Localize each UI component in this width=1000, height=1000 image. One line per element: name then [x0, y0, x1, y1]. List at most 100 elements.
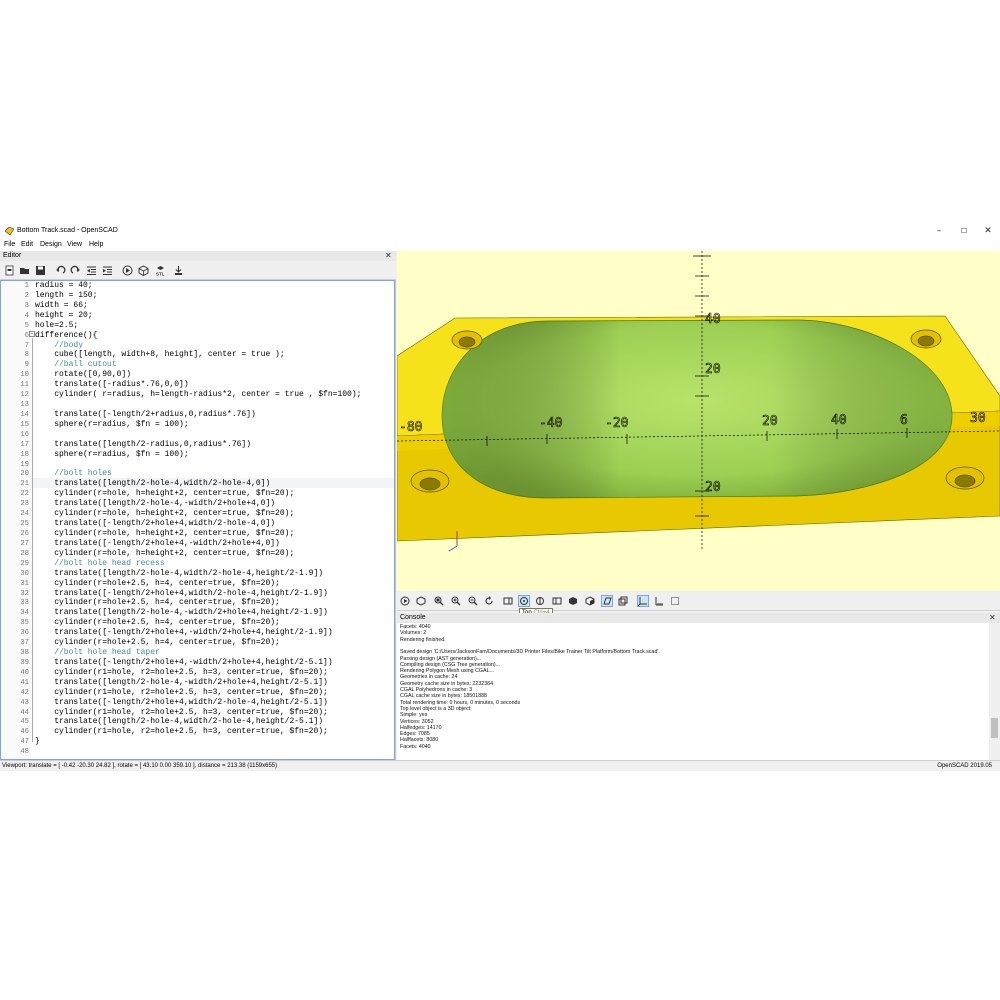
axis-label-x-20: 20	[762, 414, 778, 429]
reset-view-icon[interactable]	[484, 596, 494, 606]
view-front-icon[interactable]	[568, 596, 578, 606]
console-line: CGAL cache size in bytes: 18501888	[400, 693, 487, 700]
preview-icon[interactable]	[122, 265, 133, 276]
bolt-hole-back-left	[451, 330, 483, 350]
code-line: translate([-length/2+hole+4,width/2-hole…	[35, 697, 328, 707]
version-label: OpenSCAD 2019.05	[937, 763, 992, 769]
redo-icon[interactable]	[70, 265, 81, 276]
render-icon[interactable]	[138, 265, 149, 276]
render-view-icon[interactable]	[416, 596, 426, 606]
menu-view[interactable]: View	[67, 241, 82, 248]
editor-header: Editor ✕	[0, 251, 396, 261]
code-line: translate([-length/2+radius,0,radius*.76…	[35, 409, 256, 419]
axis-label-y-20: 20	[705, 362, 721, 377]
line-number: 41	[20, 678, 29, 687]
viewport-info: Viewport: translate = [ -0.42 -20.30 24.…	[2, 763, 278, 769]
minimize-button[interactable]: –	[932, 225, 946, 238]
indent-icon[interactable]	[102, 265, 113, 276]
console-title: Console	[400, 614, 426, 621]
console-close-button[interactable]: ✕	[989, 613, 996, 622]
code-line: //bolt hole head recess	[35, 558, 165, 568]
line-number: 32	[20, 589, 29, 598]
perspective-icon[interactable]	[601, 595, 613, 607]
menu-bar: File Edit Design View Help	[0, 240, 1000, 251]
new-file-icon[interactable]	[4, 265, 15, 276]
zoom-in-icon[interactable]	[451, 596, 461, 606]
open-file-icon[interactable]	[19, 265, 30, 276]
show-scale-markers-icon[interactable]	[654, 596, 664, 606]
code-line: sphere(r=radius, $fn = 100);	[35, 419, 189, 429]
console-line: Total rendering time: 0 hours, 0 minutes…	[400, 699, 521, 706]
menu-design[interactable]: Design	[40, 241, 62, 248]
code-line: translate([-length/2+hole+4,-width/2+hol…	[35, 657, 333, 667]
console-scroll-thumb[interactable]	[991, 718, 998, 738]
console-line: Facets: 4040	[400, 624, 431, 630]
line-number: 16	[20, 430, 29, 439]
save-icon[interactable]	[35, 265, 46, 276]
code-line: }	[35, 737, 40, 747]
line-number: 15	[20, 420, 29, 429]
menu-help[interactable]: Help	[89, 241, 103, 248]
code-line: translate([length/2-hole-4,-width/2+hole…	[35, 677, 328, 687]
line-number: 36	[20, 629, 29, 638]
export-stl-icon[interactable]: STL	[155, 265, 166, 276]
code-line: //body	[35, 340, 84, 350]
3d-viewport[interactable]: -80 -40 -20 20 40 6 30 20 20 40	[396, 251, 1000, 591]
code-line: //ball cutout	[35, 360, 117, 370]
undo-icon[interactable]	[55, 265, 66, 276]
line-number: 6	[24, 331, 29, 340]
console-line: Geometries in cache: 24	[400, 674, 458, 681]
line-number: 20	[20, 470, 29, 479]
line-number: 29	[20, 559, 29, 568]
menu-file[interactable]: File	[4, 241, 15, 248]
model-render: -80 -40 -20 20 40 6 30 20 20 40	[396, 251, 1000, 552]
code-line: cylinder(r=hole, h=height+2, center=true…	[35, 509, 295, 519]
view-right-icon[interactable]	[503, 596, 513, 606]
console-line: Rendering Polygon Mesh using CGAL...	[400, 668, 494, 675]
line-number: 42	[20, 688, 29, 697]
view-all-icon[interactable]	[434, 596, 444, 606]
line-number: 34	[20, 609, 29, 618]
view-back-icon[interactable]	[585, 596, 595, 606]
code-line: translate([-length/2+hole+4,width/2-hole…	[35, 588, 328, 598]
code-line: //bolt hole head taper	[35, 648, 160, 658]
unindent-icon[interactable]	[86, 265, 97, 276]
line-number: 48	[20, 748, 29, 757]
view-left-icon[interactable]	[552, 596, 562, 606]
show-edges-icon[interactable]	[670, 596, 680, 606]
svg-text:STL: STL	[156, 272, 165, 277]
code-editor[interactable]: 1 2 3 4 5 6 7 8 9 10 11 12 13 14 15 16 17 18 19 20 21 22 23 24 2…	[0, 280, 395, 760]
menu-edit[interactable]: Edit	[21, 241, 33, 248]
maximize-button[interactable]: ☐	[957, 225, 971, 238]
line-number: 27	[20, 539, 29, 548]
console-line: Volumes: 2	[400, 630, 427, 637]
orthogonal-icon[interactable]	[618, 596, 628, 606]
line-number: 45	[20, 718, 29, 727]
line-number: 13	[20, 401, 29, 410]
console-line: Top level object is a 3D object:	[400, 705, 472, 712]
console-scrollbar[interactable]	[989, 623, 1000, 760]
line-number: 40	[20, 668, 29, 677]
code-line: hole=2.5;	[35, 320, 79, 330]
view-top-icon[interactable]	[518, 595, 530, 607]
code-line: translate([-length/2+hole+4,-width/2+hol…	[35, 538, 280, 548]
view-bottom-icon[interactable]	[535, 596, 545, 606]
preview-view-icon[interactable]	[400, 596, 410, 606]
console-line: Halfedges: 14170	[400, 724, 442, 731]
axis-label-x-6: 6	[900, 413, 908, 428]
bolt-hole-back-right	[910, 329, 942, 349]
line-number: 38	[20, 649, 29, 658]
code-line: translate([length/2-hole-4,width/2-hole-…	[35, 568, 324, 578]
zoom-out-icon[interactable]	[468, 596, 478, 606]
code-line: translate([length/2-hole-4,-width/2+hole…	[35, 608, 328, 618]
code-line: cylinder(r=hole+2.5, h=4, center=true, $…	[35, 578, 280, 588]
editor-close-button[interactable]: ✕	[385, 251, 392, 260]
line-number: 44	[20, 708, 29, 717]
send-to-print-icon[interactable]	[173, 265, 184, 276]
editor-panel: Editor ✕ STL 1 2 3 4 5 6 7 8 9 10 11 12 13 14 15 16 17 18…	[0, 251, 396, 760]
close-window-button[interactable]: ✕	[981, 225, 995, 238]
show-axes-icon[interactable]	[637, 595, 649, 607]
code-line: length = 150;	[35, 290, 98, 300]
console-output: Facets: 4040 Volumes: 2 Rendering finished…	[397, 623, 989, 760]
status-bar: Viewport: translate = [ -0.42 -20.30 24.…	[0, 760, 1000, 771]
